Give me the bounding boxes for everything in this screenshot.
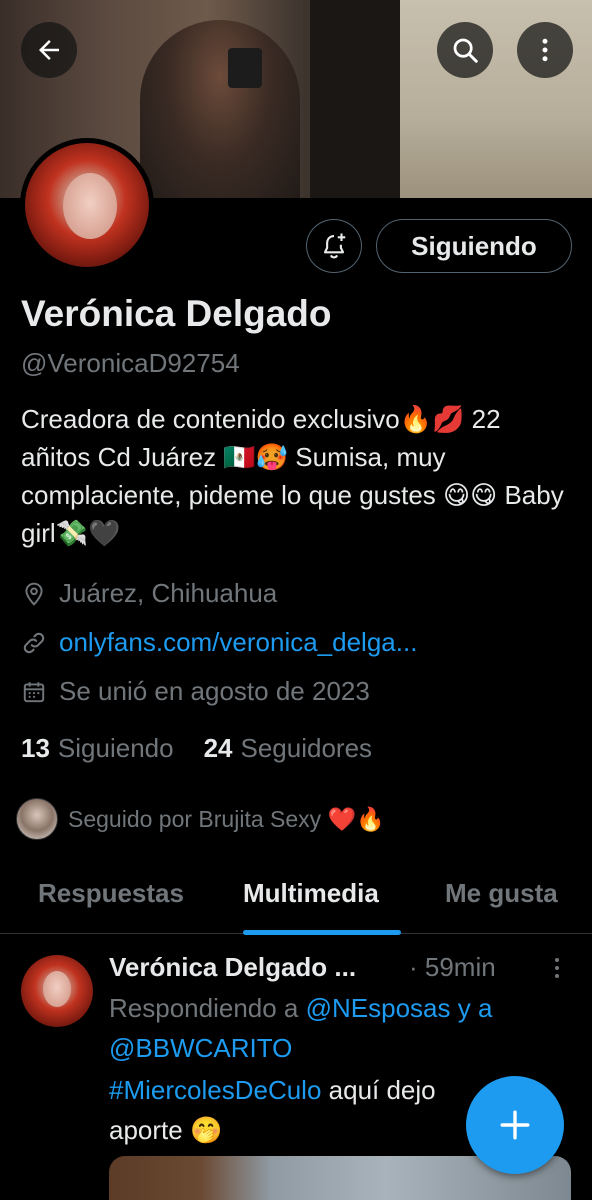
following-label: Siguiendo [57,733,174,763]
tweet-body-text: aquí dejo [321,1075,436,1105]
following-count-link[interactable]: 13 Siguiendo [21,733,174,764]
followers-count-link[interactable]: 24 Seguidores [204,733,372,764]
more-options-button[interactable] [517,22,573,78]
notification-bell-add-icon [323,233,346,259]
website-link[interactable]: onlyfans.com/veronica_delga... [59,627,417,658]
reply-prefix: Respondiendo a [109,993,306,1023]
tab-respuestas[interactable]: Respuestas [38,878,184,909]
profile-handle: @VeronicaD92754 [21,348,240,378]
banner-phone [228,48,262,88]
tab-me-gusta[interactable]: Me gusta [445,878,558,909]
follow-counts: 13 Siguiendo 24 Seguidores [21,733,402,764]
link-icon [23,632,45,653]
tweet-reply-line: Respondiendo a @NEsposas y a [109,988,559,1028]
notifications-button[interactable] [306,219,362,273]
banner-person [140,20,300,198]
tweet-body-text-2: aporte 🤭 [109,1115,223,1145]
tweet-author[interactable]: Verónica Delgado ... [109,952,356,983]
profile-avatar[interactable] [20,138,154,272]
tab-multimedia[interactable]: Multimedia [243,878,379,909]
following-count: 13 [21,733,50,763]
location-pin-icon [25,582,43,606]
more-vertical-icon [542,38,548,62]
profile-location: Juárez, Chihuahua [21,578,277,609]
reply-and: y a [450,993,493,1023]
plus-icon [500,1110,530,1140]
banner-mirror-frame [310,0,400,198]
calendar-icon [23,681,45,702]
location-text: Juárez, Chihuahua [59,578,278,608]
followed-by-text: Seguido por Brujita Sexy ❤️🔥 [68,805,385,832]
followers-label: Seguidores [240,733,373,763]
back-button[interactable] [21,22,77,78]
compose-button[interactable] [466,1076,564,1174]
profile-joined: Se unió en agosto de 2023 [21,676,370,707]
profile-website[interactable]: onlyfans.com/veronica_delga... [21,627,417,658]
tweet-more-icon[interactable] [545,955,569,981]
search-icon [453,38,478,63]
tweet-reply-line-2: @BBWCARITO [109,1028,559,1068]
following-button[interactable]: Siguiendo [376,219,572,273]
tweet-header: Verónica Delgado ... · 59min [109,952,529,983]
followed-by[interactable]: Seguido por Brujita Sexy ❤️🔥 [16,798,385,840]
search-button[interactable] [437,22,493,78]
followers-count: 24 [203,733,233,763]
reply-user-2[interactable]: @BBWCARITO [109,1033,292,1063]
follower-avatar [16,798,58,840]
profile-bio: Creadora de contenido exclusivo🔥💋 22 añi… [21,404,564,548]
profile-name: Verónica Delgado [21,293,332,334]
joined-text: Se unió en agosto de 2023 [59,676,370,706]
tweet-avatar[interactable] [21,955,93,1027]
profile-tabs: Respuestas Multimedia Me gusta [0,860,592,935]
back-arrow-icon [39,40,59,60]
active-tab-indicator [243,930,401,935]
reply-user-1[interactable]: @NEsposas [306,993,451,1023]
tweet-time: · 59min [409,952,496,982]
tweet-hashtag[interactable]: #MiercolesDeCulo [109,1075,321,1105]
